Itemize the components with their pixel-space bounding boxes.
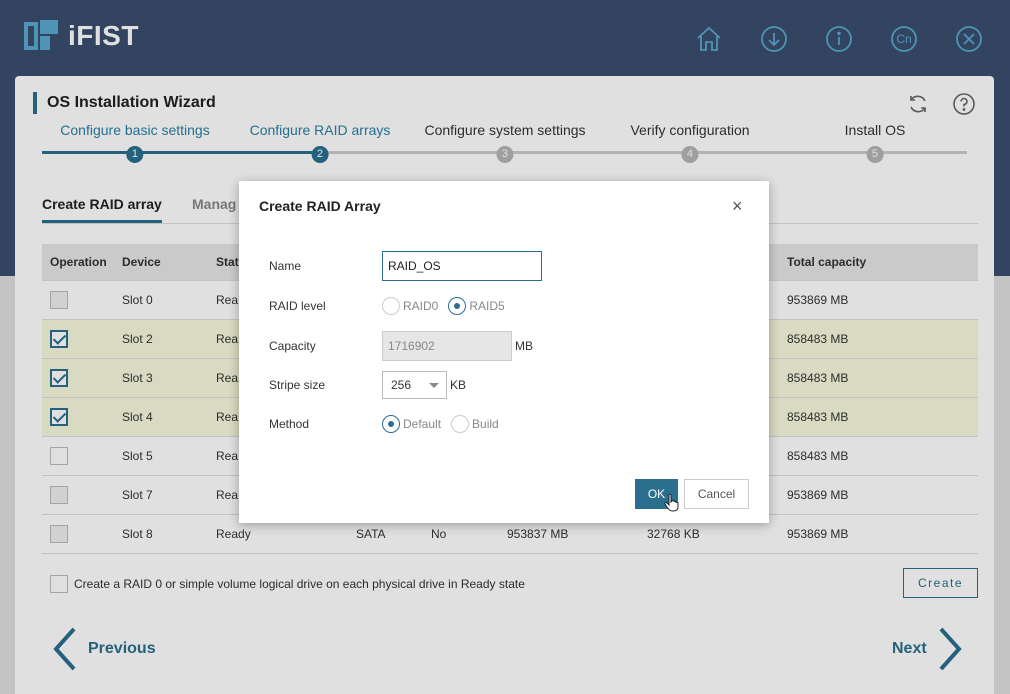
name-label: Name bbox=[269, 259, 302, 273]
build-radio[interactable]: Build bbox=[451, 415, 499, 433]
stripe-size-label: Stripe size bbox=[269, 378, 326, 392]
capacity-row: Capacity 1716902 MB bbox=[269, 331, 739, 361]
stripe-size-select[interactable]: 256 bbox=[382, 371, 447, 399]
raid5-label: RAID5 bbox=[469, 299, 505, 313]
raid-level-label: RAID level bbox=[269, 299, 326, 313]
default-label: Default bbox=[403, 417, 442, 431]
raid5-radio[interactable]: RAID5 bbox=[448, 297, 505, 315]
build-label: Build bbox=[472, 417, 499, 431]
default-radio-dot bbox=[382, 415, 400, 433]
raid-level-row: RAID level RAID0 RAID5 bbox=[269, 297, 739, 315]
raid0-label: RAID0 bbox=[403, 299, 439, 313]
name-row: Name RAID_OS bbox=[269, 251, 739, 281]
cancel-button[interactable]: Cancel bbox=[684, 479, 749, 509]
raid0-radio[interactable]: RAID0 bbox=[382, 297, 438, 315]
raid0-radio-dot bbox=[382, 297, 400, 315]
method-row: Method Default Build bbox=[269, 415, 739, 433]
stripe-size-row: Stripe size 256 KB bbox=[269, 371, 739, 399]
create-raid-dialog: Create RAID Array × Name RAID_OS RAID le… bbox=[239, 181, 769, 523]
build-radio-dot bbox=[451, 415, 470, 433]
default-radio[interactable]: Default bbox=[382, 415, 441, 433]
stripe-size-unit: KB bbox=[450, 378, 467, 392]
raid5-radio-dot bbox=[448, 297, 467, 315]
method-label: Method bbox=[269, 417, 310, 431]
dialog-close-icon[interactable]: × bbox=[732, 197, 743, 215]
capacity-label: Capacity bbox=[269, 339, 316, 353]
dialog-title: Create RAID Array bbox=[259, 198, 381, 214]
capacity-unit: MB bbox=[515, 339, 533, 353]
name-input[interactable]: RAID_OS bbox=[382, 251, 542, 281]
capacity-input: 1716902 bbox=[382, 331, 512, 361]
hand-cursor-icon bbox=[664, 494, 679, 512]
